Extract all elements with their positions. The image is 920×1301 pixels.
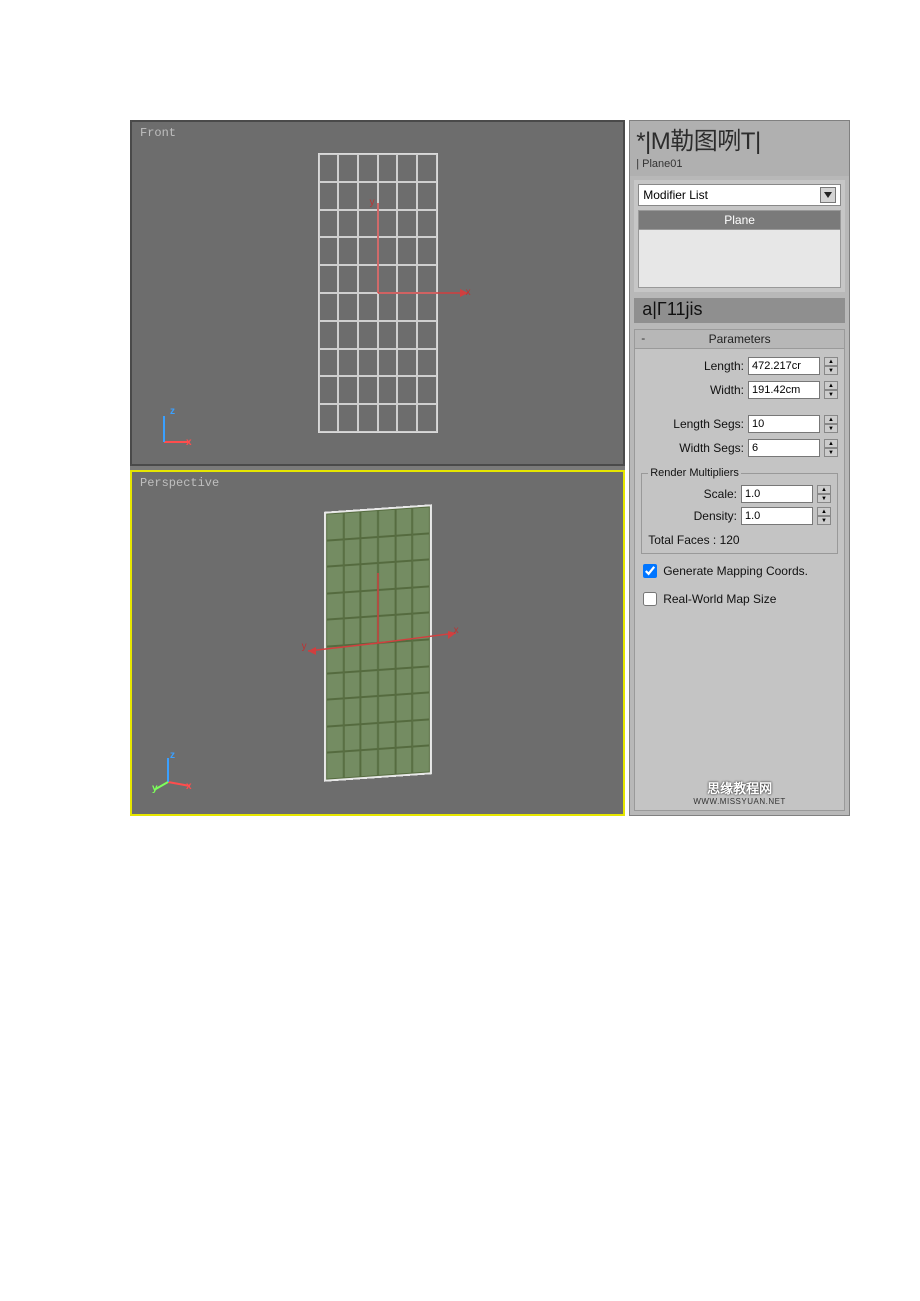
realworld-label: Real-World Map Size [663,592,776,606]
command-panel: *|M勒图咧T| | Plane01 Modifier List Plane a… [629,120,850,816]
width-segs-label: Width Segs: [641,441,744,455]
modifier-stack[interactable]: Plane [638,210,841,288]
scale-input[interactable] [741,485,813,503]
density-label: Density: [648,509,737,523]
axis-x-label: x [466,287,471,298]
length-segs-label: Length Segs: [641,417,744,431]
viewport-perspective[interactable]: Perspective x y z [130,470,625,816]
viewport-area: Front // empty — cells injected after lo… [130,120,625,816]
watermark-line1: 思缘教程网 [635,778,844,797]
param-scale: Scale: ▲▼ [648,485,831,503]
modifier-stack-entry[interactable]: Plane [639,211,840,230]
width-segs-spinner[interactable]: ▲▼ [824,439,838,457]
width-spinner[interactable]: ▲▼ [824,381,838,399]
modifier-block: Modifier List Plane [634,180,845,292]
total-faces: Total Faces : 120 [648,529,831,547]
modifier-list-dropdown[interactable]: Modifier List [638,184,841,206]
watermark-line2: WWW.MISSYUAN.NET [635,797,844,806]
length-label: Length: [641,359,744,373]
length-input[interactable] [748,357,820,375]
axis-y-label: y [302,641,307,652]
render-multipliers-group: Render Multipliers Scale: ▲▼ Density: ▲▼… [641,467,838,554]
panel-header: *|M勒图咧T| | Plane01 [630,121,849,176]
render-mult-legend: Render Multipliers [648,467,741,479]
realworld-row[interactable]: Real-World Map Size [643,592,836,606]
param-list: Length: ▲▼ Width: ▲▼ Length Segs: ▲▼ Wid [635,349,844,614]
width-label: Width: [641,383,744,397]
app-shell: Front // empty — cells injected after lo… [130,120,850,820]
viewport-label-persp: Perspective [140,476,219,490]
axis-gizmo-front: z x [154,408,194,448]
width-segs-input[interactable] [748,439,820,457]
density-spinner[interactable]: ▲▼ [817,507,831,525]
panel-title: *|M勒图咧T| [630,121,849,158]
density-input[interactable] [741,507,813,525]
gen-mapping-checkbox[interactable] [643,564,657,578]
viewport-label-front: Front [140,126,176,140]
gen-mapping-row[interactable]: Generate Mapping Coords. [643,564,836,578]
param-width-segs: Width Segs: ▲▼ [641,439,838,457]
parameters-rollout: - Parameters Length: ▲▼ Width: ▲▼ Length… [634,329,845,811]
scale-label: Scale: [648,487,737,501]
collapse-icon[interactable]: - [641,331,645,345]
realworld-checkbox[interactable] [643,592,657,606]
modifier-list-label: Modifier List [643,188,708,202]
viewport-front[interactable]: Front // empty — cells injected after lo… [130,120,625,466]
scale-spinner[interactable]: ▲▼ [817,485,831,503]
length-segs-spinner[interactable]: ▲▼ [824,415,838,433]
param-width: Width: ▲▼ [641,381,838,399]
length-spinner[interactable]: ▲▼ [824,357,838,375]
axis-gizmo-persp: z x y [154,752,194,792]
width-input[interactable] [748,381,820,399]
watermark: 思缘教程网 WWW.MISSYUAN.NET [635,778,844,810]
param-length: Length: ▲▼ [641,357,838,375]
rollout-title-bar[interactable]: - Parameters [635,330,844,349]
plane-mesh-perspective [324,504,432,782]
param-density: Density: ▲▼ [648,507,831,525]
dropdown-icon[interactable] [820,187,836,203]
param-length-segs: Length Segs: ▲▼ [641,415,838,433]
plane-wireframe-front: // empty — cells injected after load [318,153,438,433]
sub-header: a|Γ11jis [634,298,845,323]
gen-mapping-label: Generate Mapping Coords. [663,564,808,578]
rollout-title: Parameters [709,332,771,346]
length-segs-input[interactable] [748,415,820,433]
axis-x-label: x [454,625,459,636]
object-name: | Plane01 [630,158,849,174]
